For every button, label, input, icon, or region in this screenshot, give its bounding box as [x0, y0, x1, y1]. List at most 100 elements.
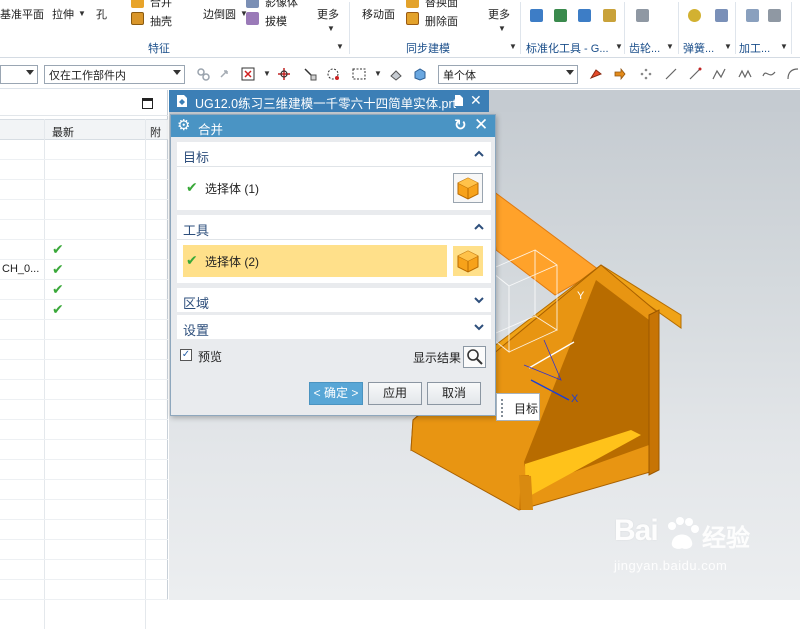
- edge-blend-button[interactable]: 边倒圆: [203, 6, 236, 22]
- std-tool-1-icon[interactable]: [530, 9, 543, 22]
- shadow-body-button[interactable]: 影像体: [265, 0, 298, 10]
- table-row[interactable]: [0, 560, 168, 580]
- reset-icon[interactable]: ↻: [454, 116, 467, 134]
- table-row[interactable]: [0, 400, 168, 420]
- spring-tool-2-icon[interactable]: [715, 9, 728, 22]
- table-row[interactable]: [0, 140, 168, 160]
- std-tool-2-icon[interactable]: [554, 9, 567, 22]
- solid-body-icon[interactable]: [413, 67, 427, 81]
- dialog-title-bar[interactable]: ⚙ 合并 ↻ ✕: [171, 115, 495, 137]
- tool-select-row[interactable]: ✔ 选择体 (2): [183, 245, 447, 277]
- datum-plane-button[interactable]: 基准平面: [0, 6, 44, 22]
- scope-filter-combo[interactable]: 仅在工作部件内: [44, 65, 185, 84]
- spline-icon[interactable]: [762, 67, 776, 81]
- delete-face-button[interactable]: 删除面: [425, 13, 458, 29]
- settings-section-header[interactable]: 设置: [177, 315, 491, 339]
- hole-button[interactable]: 孔: [96, 6, 107, 22]
- face-select-icon[interactable]: [589, 67, 603, 81]
- table-row[interactable]: [0, 320, 168, 340]
- column-latest-header[interactable]: 最新: [52, 124, 74, 140]
- type-filter-combo[interactable]: [0, 65, 38, 84]
- point-snap-icon[interactable]: [277, 67, 291, 81]
- table-row[interactable]: [0, 460, 168, 480]
- table-row[interactable]: [0, 500, 168, 520]
- close-icon[interactable]: ✕: [474, 115, 488, 135]
- table-row[interactable]: ✔: [0, 240, 168, 260]
- unite-button[interactable]: 合并: [150, 0, 172, 10]
- point-cloud-icon[interactable]: [639, 67, 653, 81]
- table-row[interactable]: [0, 180, 168, 200]
- preview-checkbox[interactable]: ✓: [180, 349, 192, 361]
- apply-button[interactable]: 应用: [368, 382, 422, 405]
- maximize-icon[interactable]: [142, 98, 153, 109]
- line-end-icon[interactable]: [688, 67, 702, 81]
- table-row[interactable]: CH_0... ✔: [0, 260, 168, 280]
- rectangle-select-icon[interactable]: [352, 67, 366, 81]
- machining-group-expand-icon[interactable]: ▼: [780, 42, 788, 51]
- draft-button[interactable]: 拔模: [265, 13, 287, 29]
- table-row[interactable]: ✔: [0, 280, 168, 300]
- gear-tool-icon[interactable]: [636, 9, 649, 22]
- table-row[interactable]: [0, 420, 168, 440]
- gear-group-expand-icon[interactable]: ▼: [666, 42, 674, 51]
- chevron-down-icon[interactable]: [473, 294, 485, 306]
- table-row[interactable]: [0, 360, 168, 380]
- extrude-dropdown-icon[interactable]: ▼: [78, 9, 86, 18]
- gear-icon[interactable]: ⚙: [177, 116, 190, 134]
- spring-group-expand-icon[interactable]: ▼: [724, 42, 732, 51]
- std-tool-3-icon[interactable]: [578, 9, 591, 22]
- table-row[interactable]: [0, 520, 168, 540]
- line-icon[interactable]: [664, 67, 678, 81]
- select-box-icon[interactable]: [241, 67, 255, 81]
- selection-mode-combo[interactable]: 单个体: [438, 65, 578, 84]
- table-row[interactable]: [0, 480, 168, 500]
- chevron-down-icon[interactable]: [473, 321, 485, 333]
- machining-tool-icon[interactable]: [746, 9, 759, 22]
- std-tool-4-icon[interactable]: [603, 9, 616, 22]
- table-row[interactable]: [0, 580, 168, 600]
- move-face-button[interactable]: 移动面: [362, 6, 395, 22]
- deselect-icon[interactable]: [389, 67, 403, 81]
- curve-icon[interactable]: [786, 67, 800, 81]
- chevron-up-icon[interactable]: [473, 221, 485, 233]
- select-tool-body-button[interactable]: [453, 246, 483, 276]
- column-extra-header[interactable]: 附: [150, 124, 161, 140]
- forward-arrow-icon[interactable]: [613, 67, 627, 81]
- table-row[interactable]: [0, 220, 168, 240]
- table-row[interactable]: [0, 340, 168, 360]
- table-row[interactable]: [0, 160, 168, 180]
- lasso-select-icon[interactable]: [326, 67, 340, 81]
- table-row[interactable]: [0, 440, 168, 460]
- tool-section-header[interactable]: 工具: [177, 215, 491, 240]
- show-result-button[interactable]: [463, 346, 486, 368]
- machining-tool-2-icon[interactable]: [768, 9, 781, 22]
- snap-icon[interactable]: [196, 67, 210, 81]
- rectangle-select-dropdown-icon[interactable]: ▼: [374, 69, 382, 78]
- region-section-header[interactable]: 区域: [177, 288, 491, 312]
- polyline-icon[interactable]: [712, 67, 726, 81]
- drag-grip-icon[interactable]: [500, 398, 504, 417]
- table-row[interactable]: [0, 200, 168, 220]
- table-row[interactable]: [0, 540, 168, 560]
- replace-face-button[interactable]: 替换面: [425, 0, 458, 10]
- feature-select-icon[interactable]: [303, 67, 317, 81]
- zigzag-icon[interactable]: [738, 67, 752, 81]
- spring-tool-icon[interactable]: [688, 9, 701, 22]
- synchronous-group-expand-icon[interactable]: ▼: [509, 42, 517, 51]
- standard-tools-expand-icon[interactable]: ▼: [615, 42, 623, 51]
- cancel-button[interactable]: 取消: [427, 382, 481, 405]
- target-select-row[interactable]: ✔ 选择体 (1): [183, 172, 485, 204]
- table-row[interactable]: [0, 380, 168, 400]
- ok-button[interactable]: < 确定 >: [309, 382, 363, 405]
- target-section-header[interactable]: 目标: [177, 142, 491, 167]
- more-features-dropdown-icon[interactable]: ▼: [327, 24, 335, 33]
- chevron-up-icon[interactable]: [473, 148, 485, 160]
- select-body-button[interactable]: [453, 173, 483, 203]
- more-sync-dropdown-icon[interactable]: ▼: [498, 24, 506, 33]
- table-row[interactable]: ✔: [0, 300, 168, 320]
- shell-button[interactable]: 抽壳: [150, 13, 172, 29]
- feature-group-expand-icon[interactable]: ▼: [336, 42, 344, 51]
- select-box-dropdown-icon[interactable]: ▼: [263, 69, 271, 78]
- more-sync-button[interactable]: 更多: [488, 6, 510, 22]
- more-features-button[interactable]: 更多: [317, 6, 339, 22]
